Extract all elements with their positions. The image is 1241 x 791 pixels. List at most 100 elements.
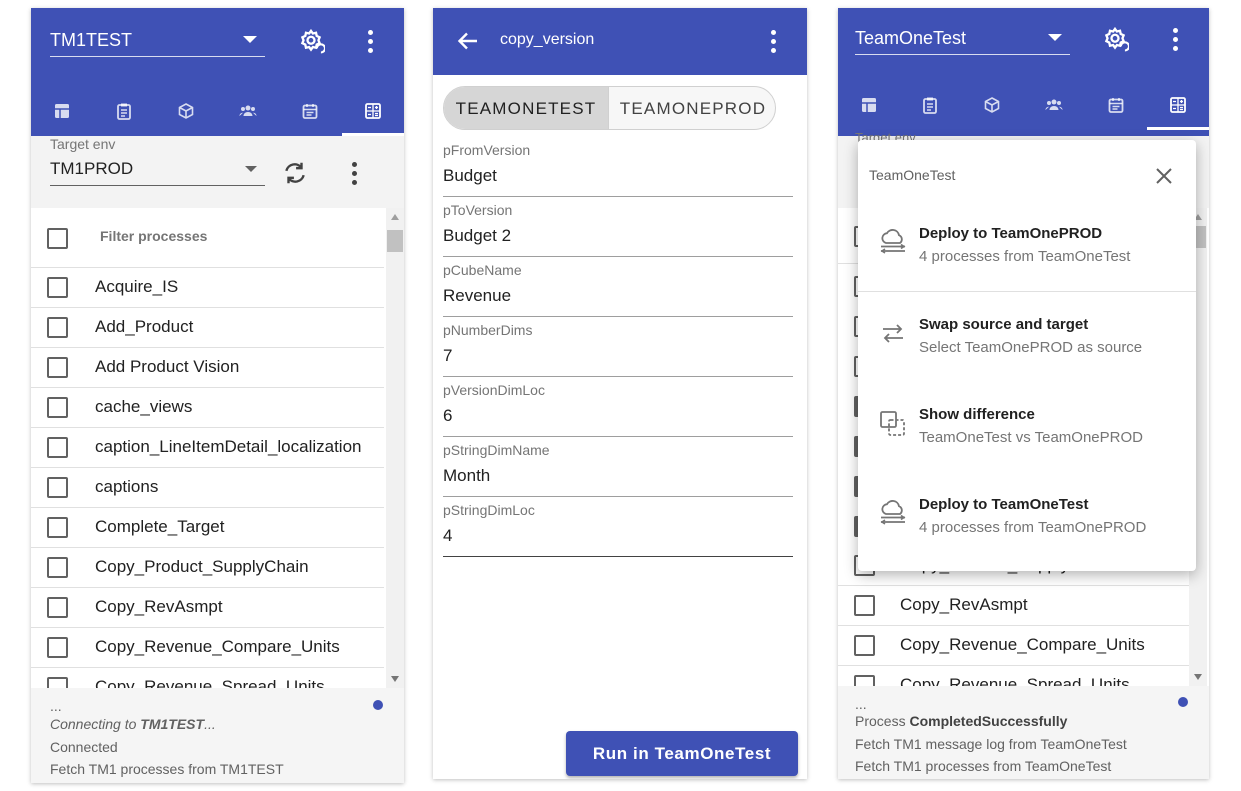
param-field[interactable]: pStringDimLoc 4 xyxy=(443,502,793,557)
process-row[interactable]: Add_Product xyxy=(31,308,384,348)
select-all-checkbox[interactable] xyxy=(47,228,68,249)
tab-users[interactable] xyxy=(1023,80,1085,130)
process-row[interactable]: Copy_RevAsmpt xyxy=(838,586,1191,626)
process-checkbox[interactable] xyxy=(47,317,68,338)
process-row[interactable]: Add Product Vision xyxy=(31,348,384,388)
process-checkbox[interactable] xyxy=(47,277,68,298)
more-vert-icon[interactable] xyxy=(1163,26,1187,54)
process-checkbox[interactable] xyxy=(47,597,68,618)
process-row[interactable]: Acquire_IS xyxy=(31,268,384,308)
arrow-back-icon[interactable] xyxy=(455,29,481,53)
tab-cubes-table[interactable] xyxy=(838,80,900,130)
process-name: Copy_RevAsmpt xyxy=(95,597,223,616)
param-field[interactable]: pToVersion Budget 2 xyxy=(443,202,793,257)
clipboard-icon xyxy=(117,103,131,120)
cube-icon xyxy=(984,97,1000,113)
chevron-down-icon xyxy=(243,36,257,43)
menu-item-deploy-test[interactable]: Deploy to TeamOneTest 4 processes from T… xyxy=(858,496,1196,586)
process-row[interactable]: Copy_Revenue_Compare_Units xyxy=(31,628,384,668)
process-checkbox[interactable] xyxy=(854,635,875,656)
env-select[interactable]: TM1TEST xyxy=(50,26,265,57)
param-label: pVersionDimLoc xyxy=(443,382,545,398)
menu-item-title: Deploy to TeamOnePROD xyxy=(919,225,1103,242)
close-icon[interactable] xyxy=(1154,166,1174,186)
process-row[interactable]: Copy_Product_SupplyChain xyxy=(31,548,384,588)
param-label: pStringDimLoc xyxy=(443,502,535,518)
param-field[interactable]: pNumberDims 7 xyxy=(443,322,793,377)
process-row[interactable]: cache_views xyxy=(31,388,384,428)
param-input[interactable]: Revenue xyxy=(443,286,511,306)
process-checkbox[interactable] xyxy=(47,357,68,378)
process-name: Copy_Revenue_Compare_Units xyxy=(95,637,340,656)
log-status-value: CompletedSuccessfully xyxy=(909,713,1068,729)
tab-processes[interactable] xyxy=(1147,80,1209,130)
param-input[interactable]: Month xyxy=(443,466,490,486)
process-checkbox[interactable] xyxy=(47,477,68,498)
param-label: pCubeName xyxy=(443,262,522,278)
param-input[interactable]: Budget 2 xyxy=(443,226,511,246)
process-row[interactable]: Copy_RevAsmpt xyxy=(31,588,384,628)
scroll-down-icon[interactable] xyxy=(391,676,399,682)
param-field[interactable]: pFromVersion Budget xyxy=(443,142,793,197)
group-icon xyxy=(239,105,257,116)
toggle-teamoneprod[interactable]: TEAMONEPROD xyxy=(608,87,775,129)
menu-item-swap[interactable]: Swap source and target Select TeamOnePRO… xyxy=(858,316,1196,406)
param-input[interactable]: 4 xyxy=(443,526,452,546)
process-checkbox[interactable] xyxy=(47,437,68,458)
param-field[interactable]: pCubeName Revenue xyxy=(443,262,793,317)
tab-clipboard[interactable] xyxy=(93,86,155,136)
param-label: pNumberDims xyxy=(443,322,533,338)
log-connecting-prefix: Connecting to xyxy=(50,716,141,732)
scrollbar[interactable] xyxy=(386,208,404,688)
settings-sync-icon[interactable] xyxy=(1101,26,1129,54)
cube-icon xyxy=(178,103,194,119)
tab-cube[interactable] xyxy=(961,80,1023,130)
tab-cubes-table[interactable] xyxy=(31,86,93,136)
tab-calendar[interactable] xyxy=(279,86,341,136)
scroll-down-icon[interactable] xyxy=(1194,674,1202,680)
settings-sync-icon[interactable] xyxy=(297,28,325,56)
scrollbar-thumb[interactable] xyxy=(387,230,403,252)
filter-processes-input[interactable]: Filter processes xyxy=(100,228,207,244)
tab-calendar[interactable] xyxy=(1085,80,1147,130)
menu-item-deploy-prod[interactable]: Deploy to TeamOnePROD 4 processes from T… xyxy=(858,225,1196,315)
tab-cube[interactable] xyxy=(155,86,217,136)
param-input[interactable]: Budget xyxy=(443,166,497,186)
process-checkbox[interactable] xyxy=(47,557,68,578)
scroll-up-icon[interactable] xyxy=(391,214,399,220)
param-field[interactable]: pVersionDimLoc 6 xyxy=(443,382,793,437)
tab-clipboard[interactable] xyxy=(899,80,961,130)
target-env-select[interactable]: TM1PROD xyxy=(50,156,265,186)
env-select[interactable]: TeamOneTest xyxy=(855,24,1070,55)
process-checkbox[interactable] xyxy=(854,595,875,616)
menu-item-title: Swap source and target xyxy=(919,316,1089,333)
process-row[interactable]: Copy_Revenue_Compare_Units xyxy=(838,626,1191,666)
more-vert-icon[interactable] xyxy=(358,28,382,56)
param-input[interactable]: 7 xyxy=(443,346,452,366)
process-row[interactable]: captions xyxy=(31,468,384,508)
process-checkbox[interactable] xyxy=(47,637,68,658)
more-vert-icon[interactable] xyxy=(761,28,785,56)
process-row[interactable]: Complete_Target xyxy=(31,508,384,548)
log-status: Process CompletedSuccessfully xyxy=(855,713,1067,729)
param-field[interactable]: pStringDimName Month xyxy=(443,442,793,497)
process-title: copy_version xyxy=(500,31,595,48)
menu-item-subtitle: 4 processes from TeamOneTest xyxy=(919,248,1131,265)
tab-processes[interactable] xyxy=(342,86,404,136)
menu-item-subtitle: 4 processes from TeamOnePROD xyxy=(919,519,1147,536)
log-fetch: Fetch TM1 processes from TM1TEST xyxy=(50,761,284,777)
toggle-teamonetest[interactable]: TEAMONETEST xyxy=(444,87,608,129)
more-vert-icon[interactable] xyxy=(342,160,366,188)
process-row[interactable]: caption_LineItemDetail_localization xyxy=(31,428,384,468)
chevron-down-icon xyxy=(1048,34,1062,41)
tab-users[interactable] xyxy=(217,86,279,136)
process-checkbox[interactable] xyxy=(47,517,68,538)
run-button[interactable]: Run in TeamOneTest xyxy=(566,731,798,776)
process-checkbox[interactable] xyxy=(47,397,68,418)
process-name: Copy_Revenue_Compare_Units xyxy=(900,635,1145,654)
cloud-upload-icon xyxy=(880,229,906,254)
param-input[interactable]: 6 xyxy=(443,406,452,426)
sync-icon[interactable] xyxy=(281,160,309,186)
menu-item-difference[interactable]: Show difference TeamOneTest vs TeamOnePR… xyxy=(858,406,1196,496)
log-message: Fetch TM1 message log from TeamOneTest xyxy=(855,736,1127,752)
